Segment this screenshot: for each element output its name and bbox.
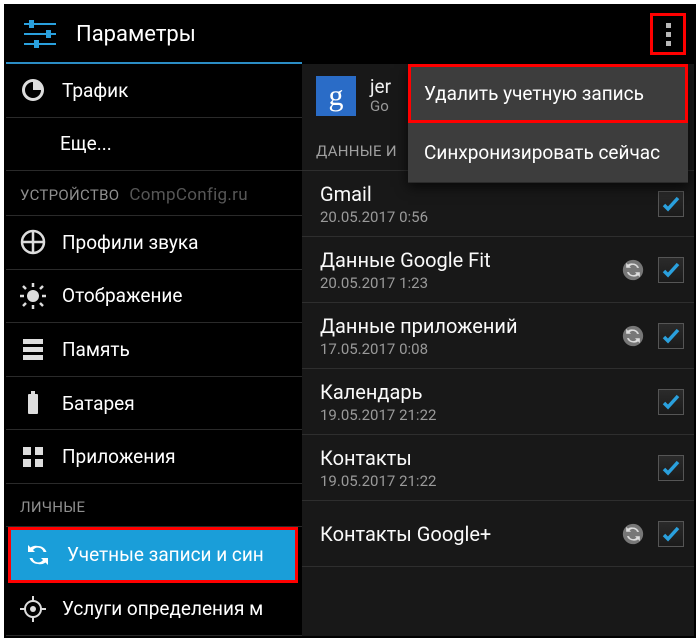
sidebar-item-label: Трафик bbox=[62, 79, 128, 102]
overflow-menu: Удалить учетную запись Синхронизировать … bbox=[408, 64, 688, 183]
data-usage-icon bbox=[20, 77, 46, 103]
section-header-device: УСТРОЙСТВО CompConfig.ru bbox=[6, 171, 302, 216]
sync-panel: g jer Go ДАННЫЕ И Gmail20.05.2017 0:56Да… bbox=[302, 64, 694, 636]
app-header: Параметры bbox=[6, 6, 694, 62]
sidebar-item-label: Отображение bbox=[62, 284, 182, 307]
menu-delete-account[interactable]: Удалить учетную запись bbox=[408, 64, 688, 123]
sync-row-time: 19.05.2017 21:22 bbox=[320, 472, 658, 490]
settings-icon bbox=[18, 14, 62, 54]
brightness-icon bbox=[20, 283, 46, 309]
sync-row[interactable]: Контакты Google+ bbox=[302, 501, 694, 567]
apps-icon bbox=[20, 444, 46, 470]
sync-row-title: Контакты bbox=[320, 446, 658, 470]
menu-sync-now[interactable]: Синхронизировать сейчас bbox=[408, 123, 688, 183]
sync-row-title: Данные Google Fit bbox=[320, 248, 618, 272]
sync-row-time: 20.05.2017 0:56 bbox=[320, 208, 658, 226]
sidebar-item-label: Батарея bbox=[62, 392, 135, 415]
sync-row-time: 19.05.2017 21:22 bbox=[320, 406, 658, 424]
account-provider: Go bbox=[370, 97, 391, 115]
sync-icon bbox=[25, 542, 51, 568]
sync-row[interactable]: Данные приложений 17.05.2017 0:08 bbox=[302, 303, 694, 369]
sidebar-item-apps[interactable]: Приложения bbox=[6, 430, 302, 484]
sync-row-title: Календарь bbox=[320, 380, 658, 404]
sync-checkbox[interactable] bbox=[658, 389, 684, 415]
sync-row[interactable]: Данные Google Fit 20.05.2017 1:23 bbox=[302, 237, 694, 303]
sync-status-icon bbox=[618, 321, 648, 351]
sidebar-item-label: Еще... bbox=[60, 132, 112, 155]
battery-icon bbox=[20, 390, 46, 416]
sidebar-item-label: Приложения bbox=[62, 445, 176, 468]
sidebar-item-accounts-sync[interactable]: Учетные записи и син bbox=[8, 527, 298, 583]
sidebar-item-storage[interactable]: Память bbox=[6, 323, 302, 377]
watermark: CompConfig.ru bbox=[129, 185, 247, 205]
sidebar-item-traffic[interactable]: Трафик bbox=[6, 64, 302, 118]
settings-sidebar: Трафик Еще... УСТРОЙСТВО CompConfig.ru П… bbox=[6, 64, 302, 636]
account-name: jer bbox=[370, 77, 391, 98]
sidebar-item-more[interactable]: Еще... bbox=[6, 118, 302, 172]
section-header-personal: ЛИЧНЫЕ bbox=[6, 484, 302, 527]
sync-checkbox[interactable] bbox=[658, 455, 684, 481]
sidebar-item-sound-profiles[interactable]: Профили звука bbox=[6, 216, 302, 270]
overflow-menu-button[interactable] bbox=[650, 13, 686, 55]
sidebar-item-label: Профили звука bbox=[62, 231, 198, 254]
globe-icon bbox=[20, 229, 46, 255]
sidebar-item-label: Учетные записи и син bbox=[67, 543, 264, 566]
storage-icon bbox=[20, 336, 46, 362]
sidebar-item-label: Память bbox=[62, 338, 130, 361]
sidebar-item-label: Услуги определения м bbox=[62, 597, 263, 620]
sync-row[interactable]: Контакты 19.05.2017 21:22 bbox=[302, 435, 694, 501]
page-title: Параметры bbox=[76, 22, 650, 47]
location-icon bbox=[20, 596, 46, 622]
sidebar-item-battery[interactable]: Батарея bbox=[6, 377, 302, 431]
sync-row-title: Данные приложений bbox=[320, 314, 618, 338]
sync-checkbox[interactable] bbox=[658, 521, 684, 547]
sidebar-item-display[interactable]: Отображение bbox=[6, 270, 302, 324]
google-icon: g bbox=[316, 76, 356, 116]
sync-row[interactable]: Календарь 19.05.2017 21:22 bbox=[302, 369, 694, 435]
sync-row-title: Gmail bbox=[320, 182, 658, 206]
sync-status-icon bbox=[618, 255, 648, 285]
sync-row-time: 20.05.2017 1:23 bbox=[320, 274, 618, 292]
sync-checkbox[interactable] bbox=[658, 323, 684, 349]
sync-row-time: 17.05.2017 0:08 bbox=[320, 340, 618, 358]
sync-checkbox[interactable] bbox=[658, 257, 684, 283]
sync-status-icon bbox=[618, 519, 648, 549]
sync-row-title: Контакты Google+ bbox=[320, 522, 618, 546]
sidebar-item-location[interactable]: Услуги определения м bbox=[6, 583, 302, 637]
sync-checkbox[interactable] bbox=[658, 191, 684, 217]
